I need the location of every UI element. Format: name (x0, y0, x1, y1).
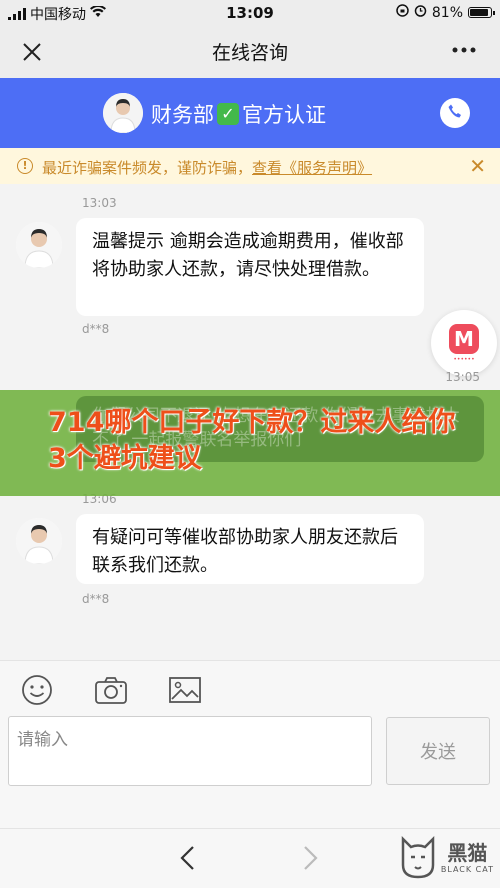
watermark-text: 黑猫 BLACK CAT (441, 841, 494, 874)
message-time: 13:05 (445, 370, 480, 384)
forward-arrow-icon[interactable] (300, 845, 320, 875)
warning-icon: ! (17, 158, 33, 174)
page-title: 在线咨询 (211, 42, 288, 64)
notice-close-icon[interactable]: ✕ (469, 154, 486, 178)
message-time: 13:03 (82, 196, 117, 210)
notice-text: 最近诈骗案件频发，谨防诈骗，查看《服务声明》 (42, 157, 372, 178)
camera-icon[interactable] (94, 673, 128, 707)
message-sender: d**8 (82, 592, 110, 606)
promo-headline: 714哪个口子好下款？过来人给你3个避坑建议 (48, 407, 456, 474)
m-logo-icon: M (449, 323, 479, 354)
promo-banner[interactable]: 你们公司不退还 也想在次还款 你们在去事就打大不了 一起报警联名举报你们 13:… (0, 370, 500, 496)
agent-name: 财务部 ✓ 官方认证 (151, 99, 326, 129)
emoji-icon[interactable] (20, 673, 54, 707)
battery-icon (468, 7, 495, 18)
input-panel: 发送 (0, 660, 500, 828)
message-bubble: 温馨提示 逾期会造成逾期费用，催收部将协助家人还款，请尽快处理借款。 (76, 218, 424, 316)
agent-message-avatar (16, 222, 62, 268)
agent-message-avatar (16, 518, 62, 564)
service-statement-link[interactable]: 查看《服务声明》 (252, 159, 372, 177)
status-right: 81% (396, 4, 495, 21)
floating-app-logo[interactable]: M •••••• (431, 310, 497, 376)
agent-department: 财务部 (151, 103, 214, 127)
send-button[interactable]: 发送 (386, 717, 490, 785)
image-icon[interactable] (168, 673, 202, 707)
m-logo-caption-icon: •••••• (453, 355, 475, 363)
alarm-icon (414, 4, 427, 21)
black-cat-logo-icon (401, 835, 435, 879)
bottom-nav: 黑猫 BLACK CAT (0, 828, 500, 888)
agent-avatar (103, 93, 143, 133)
phone-icon (447, 103, 463, 123)
watermark-en: BLACK CAT (440, 864, 494, 874)
message-input[interactable] (8, 716, 372, 786)
back-arrow-icon[interactable] (178, 845, 198, 875)
black-cat-watermark: 黑猫 BLACK CAT (399, 835, 494, 879)
agent-header: 财务部 ✓ 官方认证 (0, 78, 500, 148)
watermark-cn: 黑猫 (447, 840, 488, 865)
agent-verified-label: 官方认证 (242, 103, 326, 127)
nav-bar: 在线咨询 (0, 26, 500, 78)
battery-percent: 81% (431, 4, 463, 21)
message-sender: d**8 (82, 322, 110, 336)
rotation-lock-icon (396, 4, 409, 21)
more-icon[interactable] (452, 34, 476, 70)
status-bar: 中国移动 13:09 81% (0, 0, 500, 26)
message-bubble: 有疑问可等催收部协助家人朋友还款后联系我们还款。 (76, 514, 424, 584)
verified-check-icon: ✓ (217, 103, 239, 125)
notice-bar: ! 最近诈骗案件频发，谨防诈骗，查看《服务声明》 ✕ (0, 148, 500, 184)
notice-message: 最近诈骗案件频发，谨防诈骗， (42, 159, 253, 177)
phone-button[interactable] (440, 98, 470, 128)
